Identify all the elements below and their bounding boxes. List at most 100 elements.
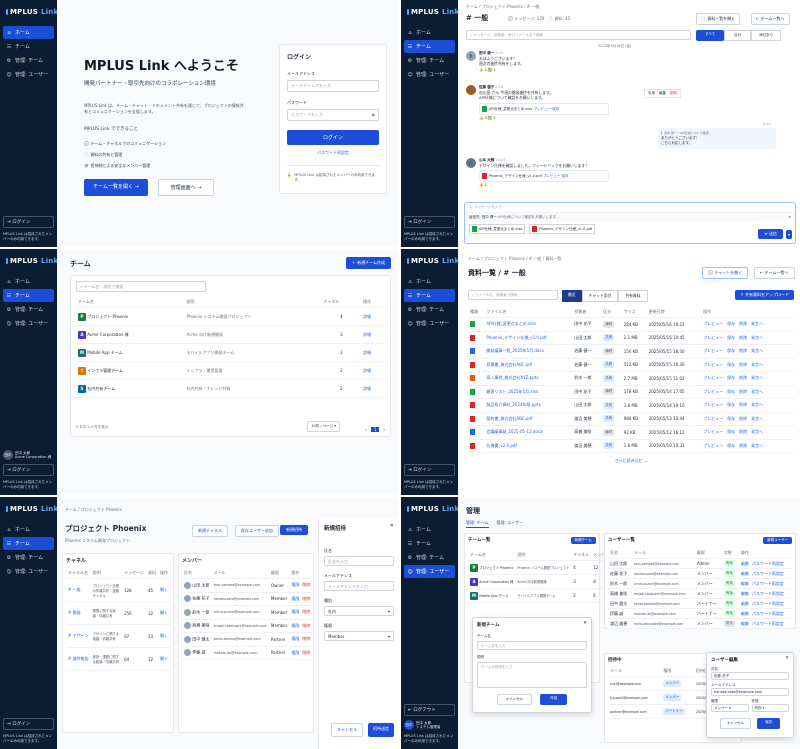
cancel-button[interactable]: キャンセル [719,718,752,729]
table-row[interactable]: 製品紹介資料_2024年版.pptx 山田 太郎 共有 3.8 MB 2025/05/1… [468,398,794,413]
reset-password-link[interactable]: パスワード再設定 [752,601,784,606]
upload-button[interactable]: ⇪ 共有資料をアップロード [735,290,794,300]
attachment-card[interactable]: Phoenix_デザイン仕様_v1.0.pdf プレビュー 保存 [479,170,609,183]
table-row[interactable]: 仕様書_v2.0.pdf 渡辺 美穂 共有 1.6 MB 2025/05/10 10:3… [468,439,794,453]
details-link[interactable]: 詳細 [361,343,385,362]
nav-team[interactable]: ☷ チーム [3,289,54,302]
brand-logo[interactable]: MPLUS Link [401,0,459,16]
delete-link[interactable]: 削除 [739,348,747,353]
file-name[interactable]: 顧客リスト_2025年5月.xlsx [484,385,573,399]
open-link[interactable]: 開く [158,578,170,602]
open-link[interactable]: 開く [158,647,170,671]
table-row[interactable]: M Mobile App チーム モバイルアプリ開発チーム 2 詳細 [76,343,385,362]
message-reactions[interactable]: 👍 2 ✅ 1 [479,68,524,72]
table-row[interactable]: 見積書_株式会社ABC.pdf 佐藤 健一 共有 512 KB 2025/05/15 1… [468,358,794,372]
edit-link[interactable]: 編集 [741,621,749,626]
jump-link[interactable]: 発言へ [751,321,763,326]
tab-manage-user[interactable]: 管理: ユーザー [497,520,524,528]
current-user[interactable]: 田中 田中 太郎 システム管理者 [404,720,455,731]
nav-team[interactable]: ☷ チーム [404,537,455,550]
close-icon[interactable]: ✕ [788,215,791,219]
quote-action[interactable]: 引用 [648,91,655,96]
jump-link[interactable]: 発言へ [751,443,763,448]
email-input[interactable]: hanako.sato@example.com [711,688,789,696]
channel-name[interactable]: # 開発 [66,601,91,625]
table-row[interactable]: 伊藤 誠 makoto.ito@example.com パートナー 有効 編集 パスワード… [608,608,792,619]
delete-link[interactable]: 削除 [739,389,747,394]
table-row[interactable]: S 社内共有チーム 社内共有・ナレッジ共有 2 詳細 [76,379,385,398]
delete-link[interactable]: 削除 [739,321,747,326]
attachment-card[interactable]: API仕様_変更点まとめ.xlsx プレビュー 保存 [479,102,609,115]
reset-password-link[interactable]: パスワード再設定 [752,621,784,626]
delete-link[interactable]: 削除 [302,636,310,641]
table-row[interactable]: 伊藤 誠 makoto.ito@example.com Partner 権限 削除 [182,646,313,660]
jump-link[interactable]: 発言へ [751,362,763,367]
delete-link[interactable]: 削除 [302,596,310,601]
table-row[interactable]: 佐藤 花子 hanako.sato@example.com メンバー 有効 編集 パスワー… [608,568,792,579]
table-row[interactable]: 山田 太郎 taro.yamada@example.com Admin 有効 編集 パスワ… [608,558,792,569]
preview-link[interactable]: プレビュー [703,402,723,407]
current-user[interactable]: 田中 田中 太郎 Acme Corporation 様 [3,450,54,461]
channel-name[interactable]: # デザイン [66,624,91,648]
table-row[interactable]: 顧客リスト_2025年5月.xlsx 田中 花子 添付 178 KB 2025/05/1… [468,385,794,399]
preview-link[interactable]: プレビュー [703,348,723,353]
tab-manage-team[interactable]: 管理: チーム [466,520,489,528]
brand-logo[interactable]: MPLUS Link [0,497,58,513]
preview-link[interactable]: プレビュー [703,362,723,367]
nav-home[interactable]: ⌂ ホーム [404,523,455,536]
team-name[interactable]: Mobile App チーム [87,350,122,355]
status-select[interactable]: 有効 ▾ [751,704,789,712]
kind-select[interactable]: 社内 ▾ [324,606,394,616]
table-row[interactable]: # 進捗報告 進捗・課題に関する議論・情報共有 64 12 開く [66,647,170,671]
filter-all[interactable]: すべて [696,30,725,41]
nav-manage-team[interactable]: ⚙ 管理: チーム [3,551,54,564]
message-search-input[interactable]: ⌕ メッセージ、投稿者、添付ファイル名で検索 [466,30,691,40]
name-input[interactable]: 佐藤 花子 [711,672,789,680]
brand-logo[interactable]: MPLUS Link [0,0,58,16]
nav-manage-user[interactable]: ☺ 管理: ユーザー [3,317,54,330]
table-row[interactable]: P プロジェクト Phoenix Phoenix システム開発プロジェクト 4 詳細 [76,307,385,326]
cancel-button[interactable]: キャンセル [331,723,363,737]
save-link[interactable]: 保存 [727,348,735,353]
password-input[interactable]: パスワードを入力 ◉ [287,109,379,121]
open-link[interactable]: 開く [158,624,170,648]
file-name[interactable]: 見積書_株式会社ABC.pdf [484,358,573,372]
table-row[interactable]: # 開発 開発に関する議論・情報共有 256 32 開く [66,601,170,625]
file-name[interactable]: 仕様書_v2.0.pdf [484,439,573,453]
edit-link[interactable]: 編集 [741,591,749,596]
preview-link[interactable]: プレビュー [703,321,723,326]
team-name[interactable]: 社内共有チーム [87,386,115,391]
new-user-button[interactable]: 新規ユーザー [763,537,792,544]
table-row[interactable]: 会議議事録_2025-05-12.docx 高橋 美咲 添付 92 KB 2025/05… [468,425,794,440]
open-team-list-button[interactable]: チーム一覧を開く → [84,179,148,197]
filter-attachments[interactable]: 添付あり [751,30,782,41]
nav-team[interactable]: ☷ チーム [3,40,54,53]
delete-link[interactable]: 削除 [739,335,747,340]
preview-link[interactable]: プレビュー [703,389,723,394]
new-channel-button[interactable]: 新規チャネル [192,525,228,537]
close-icon[interactable]: ✕ [583,621,587,626]
email-input[interactable]: メールアドレスを入力 [287,80,379,92]
preview-link[interactable]: プレビュー [703,416,723,421]
page-number[interactable]: 1 [370,427,380,432]
nav-manage-user[interactable]: ☺ 管理: ユーザー [3,68,54,81]
table-row[interactable]: # デザイン デザインに関する議論・情報共有 97 23 開く [66,624,170,648]
table-row[interactable]: P プロジェクト PhoenixPhoenix システム開発プロジェクト412編… [468,560,624,575]
add-user-button[interactable]: 既存ユーザー追加 [235,525,279,537]
team-name[interactable]: インフラ管理チーム [87,368,123,373]
save-button[interactable]: 保存 [757,718,781,729]
delete-link[interactable]: 削除 [739,362,747,367]
edit-link[interactable]: 編集 [741,611,749,616]
table-row[interactable]: A Acme Corporation 様 Acme 向け新規開発 3 詳細 [76,325,385,344]
team-name-input[interactable]: チーム名を入力 [477,641,587,650]
edit-link[interactable]: 編集 [741,571,749,576]
save-link[interactable]: 保存 [727,389,735,394]
table-row[interactable]: 鈴木 一郎 ichiro.suzuki@example.com メンバー 有効 編集 パス… [608,578,792,589]
login-button[interactable]: ⇥ ログイン [3,216,54,229]
table-row[interactable]: 田中 健太 kenta.tanaka@example.com Partner 権限 削除 [182,632,313,647]
role-link[interactable]: 権限 [291,582,299,587]
delete-link[interactable]: 削除 [302,609,310,614]
file-name[interactable]: 契約書_株式会社ABC.pdf [484,412,573,426]
team-name[interactable]: Acme Corporation 様 [87,332,128,337]
prev-page-icon[interactable]: ‹ [365,427,367,432]
